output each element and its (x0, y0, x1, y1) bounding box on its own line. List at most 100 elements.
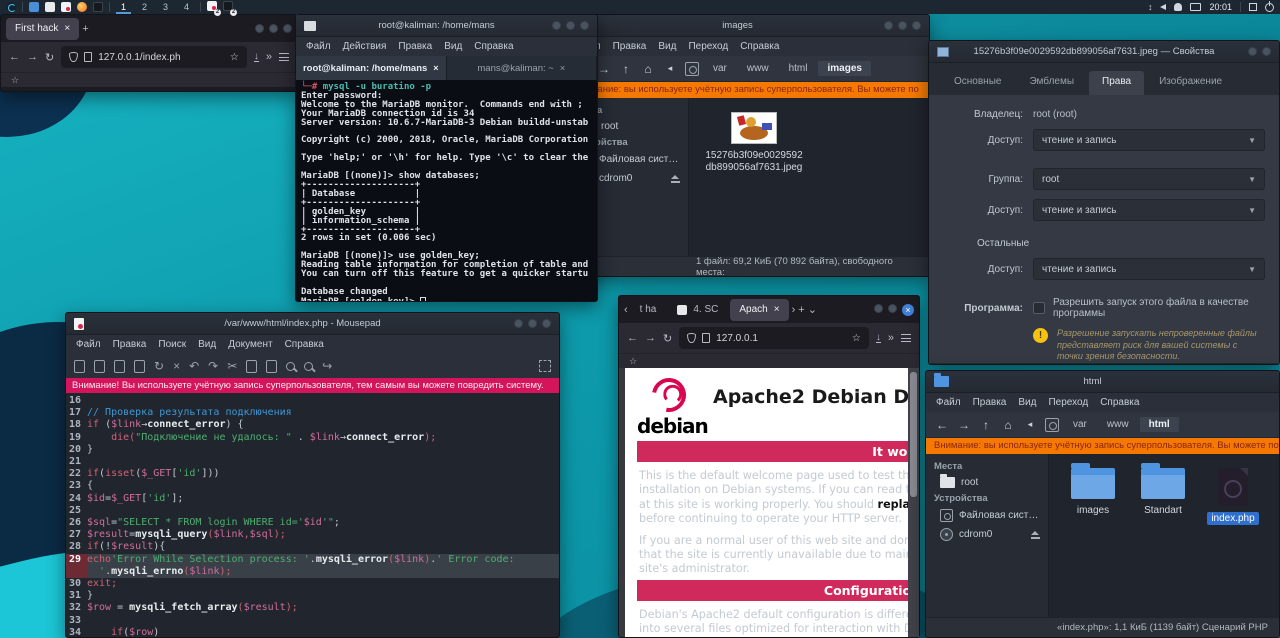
find-replace-icon[interactable] (304, 362, 313, 371)
menu-item[interactable]: Справка (285, 339, 324, 350)
eject-icon[interactable] (1031, 531, 1040, 539)
save-as-icon[interactable] (134, 360, 145, 373)
new-tab-button[interactable]: + (82, 23, 88, 35)
scroll-tabs-left-icon[interactable]: ‹ (624, 304, 628, 316)
workspace-4[interactable]: 4 (179, 0, 194, 14)
find-icon[interactable] (286, 362, 295, 371)
maximize-button[interactable] (269, 24, 278, 33)
file-manager-icon[interactable] (45, 2, 55, 12)
up-icon[interactable]: ↑ (616, 59, 636, 79)
workspace-2[interactable]: 2 (137, 0, 152, 14)
menu-item[interactable]: Вид (444, 41, 462, 52)
tab-apache[interactable]: Apach× (730, 299, 788, 321)
overflow-icon[interactable]: » (888, 332, 894, 344)
owner-access-dropdown[interactable]: чтение и запись▼ (1033, 129, 1265, 151)
page-info-icon[interactable] (702, 333, 710, 343)
reload-icon[interactable]: ↻ (663, 332, 672, 345)
media-icon[interactable] (682, 59, 702, 79)
tab-image[interactable]: Изображение (1146, 71, 1235, 95)
save-icon[interactable] (114, 360, 125, 373)
menu-item[interactable]: Справка (1100, 397, 1139, 408)
menu-item[interactable]: Вид (658, 41, 676, 52)
maximize-button[interactable] (898, 21, 907, 30)
keyboard-layout-icon[interactable] (1190, 3, 1201, 11)
clock[interactable]: 20:01 (1209, 2, 1232, 12)
close-tab-icon[interactable]: × (774, 304, 780, 315)
scrollbar[interactable] (908, 368, 919, 637)
menu-item[interactable]: Правка (973, 397, 1007, 408)
tab-first-hack-partial[interactable]: t ha (631, 299, 666, 321)
breadcrumb-item[interactable]: images (818, 61, 870, 76)
menu-item[interactable]: Правка (398, 41, 432, 52)
notifications-icon[interactable] (1174, 3, 1182, 11)
menu-item[interactable]: Файл (306, 41, 331, 52)
file-item-jpeg[interactable]: 15276b3f09e0029592db899056af7631.jpeg (699, 112, 809, 174)
shield-icon[interactable] (69, 52, 78, 62)
close-button[interactable] (283, 24, 292, 33)
breadcrumb-item[interactable]: html (1140, 417, 1179, 432)
text-editor-icon[interactable] (61, 2, 71, 12)
sidebar-item-cdrom[interactable]: cdrom0 (926, 525, 1048, 544)
menu-item[interactable]: Поиск (158, 339, 186, 350)
file-item-index-php[interactable]: index.php (1203, 468, 1263, 525)
new-tab-button[interactable]: + (798, 304, 804, 316)
titlebar[interactable]: 15276b3f09e0029592db899056af7631.jpeg — … (929, 41, 1279, 63)
chevron-left-icon[interactable]: ◂ (1020, 415, 1040, 435)
url-bar[interactable]: 127.0.0.1/index.ph ☆ (61, 46, 247, 68)
media-icon[interactable] (1042, 415, 1062, 435)
open-document-icon[interactable] (94, 360, 105, 373)
go-to-icon[interactable]: ↪ (322, 360, 332, 372)
home-icon[interactable]: ⌂ (998, 415, 1018, 435)
downloads-icon[interactable]: ↓ (254, 52, 259, 62)
close-button[interactable] (912, 21, 921, 30)
task-terminal-button[interactable]: 2 (223, 1, 233, 13)
minimize-button[interactable] (255, 24, 264, 33)
menu-item[interactable]: Файл (936, 397, 961, 408)
menu-item[interactable]: Правка (613, 41, 647, 52)
tab-emblems[interactable]: Эмблемы (1016, 71, 1087, 95)
shield-icon[interactable] (687, 333, 696, 343)
bookmark-icon[interactable]: ☆ (11, 75, 19, 86)
menu-item[interactable]: Вид (1018, 397, 1036, 408)
breadcrumb-item[interactable]: var (1064, 417, 1096, 432)
url-bar[interactable]: 127.0.0.1 ☆ (679, 327, 869, 349)
undo-icon[interactable]: ↶ (189, 360, 199, 372)
others-access-dropdown[interactable]: чтение и запись▼ (1033, 258, 1265, 280)
menu-item[interactable]: Правка (113, 339, 147, 350)
menu-icon[interactable] (279, 53, 289, 61)
minimize-button[interactable] (514, 319, 523, 328)
tab-permissions[interactable]: Права (1089, 71, 1144, 95)
task-editor-button[interactable]: 2 (207, 1, 217, 13)
breadcrumb-item[interactable]: html (780, 61, 817, 76)
breadcrumb-item[interactable]: var (704, 61, 736, 76)
chevron-left-icon[interactable]: ◂ (660, 59, 680, 79)
maximize-button[interactable] (528, 319, 537, 328)
terminal-icon[interactable] (93, 2, 103, 12)
kali-logo-icon[interactable] (6, 2, 16, 12)
terminal-tab-root[interactable]: root@kaliman: /home/mans× (296, 56, 447, 80)
minimize-button[interactable] (874, 304, 883, 313)
power-icon[interactable] (1265, 3, 1274, 12)
menu-icon[interactable] (901, 334, 911, 342)
firefox-icon[interactable] (77, 2, 87, 12)
menu-item[interactable]: Переход (688, 41, 728, 52)
close-tab-icon[interactable]: × (64, 23, 70, 34)
folder-item-images[interactable]: images (1063, 468, 1123, 525)
reload-icon[interactable]: ↻ (45, 51, 54, 64)
titlebar[interactable]: root@kaliman: /home/mans (296, 15, 597, 37)
eject-icon[interactable] (671, 175, 680, 183)
menu-item[interactable]: Справка (740, 41, 779, 52)
window-manager-icon[interactable] (29, 2, 39, 12)
scroll-tabs-right-icon[interactable]: › (792, 304, 796, 316)
close-button[interactable]: × (902, 304, 914, 316)
folder-item-standart[interactable]: Standart (1133, 468, 1193, 525)
file-view[interactable]: 15276b3f09e0029592db899056af7631.jpeg (688, 98, 929, 256)
close-tab-icon[interactable]: × (433, 63, 438, 73)
back-icon[interactable]: ← (9, 51, 20, 63)
tab-first-hack[interactable]: First hack× (6, 18, 79, 40)
downloads-icon[interactable]: ↓ (876, 333, 881, 343)
menu-item[interactable]: Файл (76, 339, 101, 350)
maximize-button[interactable] (566, 21, 575, 30)
titlebar[interactable]: /var/www/html/index.php - Mousepad (66, 313, 559, 335)
close-button[interactable] (1262, 47, 1271, 56)
